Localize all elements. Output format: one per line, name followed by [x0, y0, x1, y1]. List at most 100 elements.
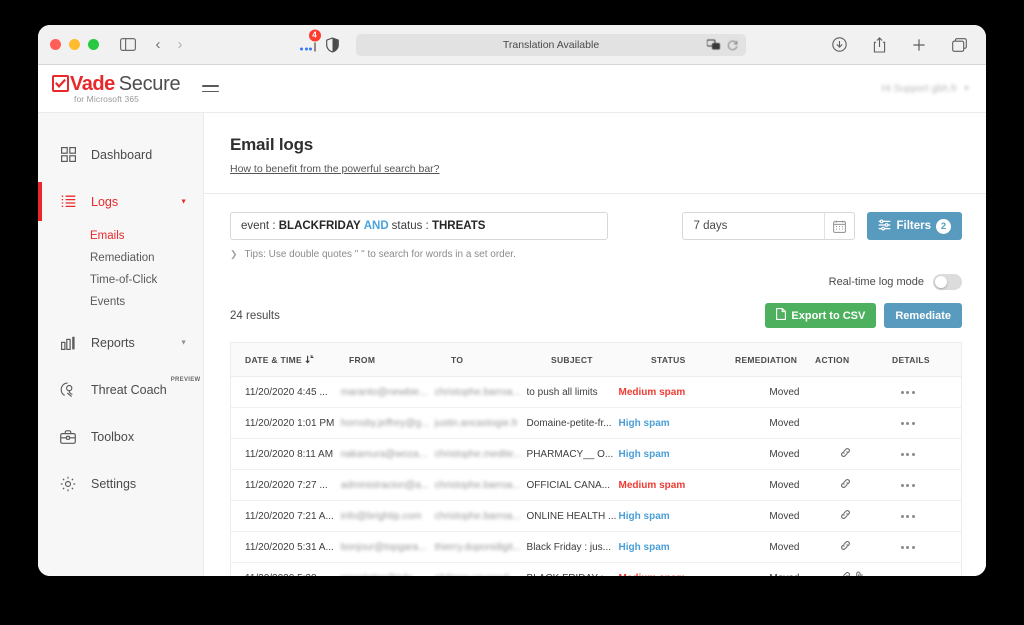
realtime-log-mode-toggle[interactable] — [933, 274, 962, 290]
sidebar-subitem-label: Time-of-Click — [90, 274, 158, 286]
table-row[interactable]: 11/20/2020 7:27 ... administracion@a... ch… — [231, 470, 961, 501]
row-details-button[interactable] — [900, 421, 947, 425]
sidebar-item-label: Threat Coach — [91, 382, 167, 397]
address-bar-text: Translation Available — [502, 38, 600, 51]
status-badge: Medium spam — [618, 386, 686, 398]
sidebar-item-toolbox[interactable]: Toolbox — [38, 413, 203, 460]
row-details-button[interactable] — [900, 545, 947, 549]
table-row[interactable]: 11/20/2020 8:11 AM nakamura@woza... christ… — [231, 439, 961, 470]
cell-action: Moved — [769, 479, 800, 491]
sidebar-subitem-time-of-click[interactable]: Time-of-Click — [38, 269, 203, 291]
column-header-remediation[interactable]: REMEDIATION — [735, 355, 815, 365]
link-icon[interactable] — [840, 540, 851, 554]
table-row[interactable]: 11/20/2020 5:31 A... bonjour@topgara... th… — [231, 532, 961, 563]
account-menu[interactable]: Hi Support gbh.fr ▼ — [881, 83, 970, 94]
cell-attachments[interactable] — [840, 478, 901, 492]
date-range-picker[interactable]: 7 days — [682, 212, 856, 240]
sidebar-item-threat-coach[interactable]: Threat Coach PREVIEW — [38, 366, 203, 413]
sidebar-item-logs[interactable]: Logs ▼ — [38, 178, 203, 225]
cell-subject: BLACK FRIDAY : ... — [527, 573, 619, 577]
paperclip-icon[interactable] — [855, 571, 864, 576]
extension-icons[interactable]: 4 — [300, 29, 339, 53]
cell-subject: ONLINE HEALTH ... — [526, 510, 617, 522]
table-row[interactable]: 11/20/2020 4:45 ... maranto@newbie... chri… — [231, 377, 961, 408]
ellipsis-icon — [900, 421, 915, 425]
extension-dots-icon[interactable]: 4 — [300, 29, 321, 52]
sidebar: Dashboard Logs ▼ Emails Remediation Time… — [38, 113, 204, 576]
back-button[interactable]: ‹ — [147, 36, 169, 53]
sidebar-item-dashboard[interactable]: Dashboard — [38, 131, 203, 178]
column-header-action[interactable]: ACTION — [815, 355, 892, 365]
window-traffic-lights[interactable] — [50, 39, 99, 50]
chevron-down-icon: ▼ — [180, 198, 187, 205]
logo-brand-first: Vade — [70, 72, 115, 95]
row-details-button[interactable] — [900, 483, 947, 487]
row-details-button[interactable] — [900, 514, 947, 518]
sidebar-item-settings[interactable]: Settings — [38, 460, 203, 507]
column-header-from[interactable]: FROM — [349, 355, 451, 365]
status-badge: Medium spam — [619, 573, 696, 577]
column-header-subject[interactable]: SUBJECT — [551, 355, 651, 365]
nav-arrows[interactable]: ‹ › — [147, 36, 191, 53]
search-tips[interactable]: ❯ Tips: Use double quotes " " to search … — [204, 240, 986, 260]
link-icon[interactable] — [840, 571, 851, 576]
cell-to: thierry.duponidigit... — [434, 541, 522, 553]
minimize-window-button[interactable] — [69, 39, 80, 50]
cell-attachments[interactable] — [840, 571, 901, 576]
table-row[interactable]: 11/20/2020 5:28 ...newsletter@info...phi… — [231, 563, 961, 576]
ellipsis-icon — [900, 514, 915, 518]
column-header-details[interactable]: DETAILS — [892, 355, 942, 365]
toolbox-icon — [58, 427, 78, 447]
row-details-button[interactable] — [900, 390, 947, 394]
cell-attachments[interactable] — [840, 540, 901, 554]
row-details-button[interactable] — [900, 452, 947, 456]
cell-attachments[interactable] — [840, 447, 901, 461]
search-input[interactable]: event : BLACKFRIDAY AND status : THREATS — [230, 212, 608, 240]
ellipsis-icon — [900, 545, 915, 549]
sidebar-subitem-remediation[interactable]: Remediation — [38, 247, 203, 269]
cell-subject: PHARMACY__ O... — [526, 448, 614, 460]
table-body: 11/20/2020 4:45 ... maranto@newbie... chri… — [231, 377, 961, 576]
remediate-button[interactable]: Remediate — [884, 303, 962, 328]
new-tab-icon[interactable] — [906, 32, 932, 58]
sidebar-item-reports[interactable]: Reports ▼ — [38, 319, 203, 366]
date-range-value: 7 days — [693, 220, 728, 232]
export-csv-button[interactable]: Export to CSV — [765, 303, 877, 328]
column-header-to[interactable]: TO — [451, 355, 551, 365]
tab-overview-icon[interactable] — [946, 32, 972, 58]
cell-date-time: 11/20/2020 5:31 A... — [245, 541, 334, 553]
address-bar[interactable]: Translation Available — [356, 33, 746, 56]
share-icon[interactable] — [866, 32, 892, 58]
table-row[interactable]: 11/20/2020 7:21 A... info@brightip.com chr… — [231, 501, 961, 532]
close-window-button[interactable] — [50, 39, 61, 50]
shield-icon[interactable] — [325, 36, 339, 53]
forward-button[interactable]: › — [169, 36, 191, 53]
browser-toolbar: ‹ › 4 Translation Available — [38, 25, 986, 65]
link-icon[interactable] — [840, 478, 851, 492]
link-icon[interactable] — [840, 447, 851, 461]
sidebar-toggle-icon[interactable] — [115, 32, 141, 58]
cell-action: Moved — [769, 417, 800, 429]
menu-hamburger-icon[interactable] — [202, 84, 220, 93]
toolbar-right-actions[interactable] — [826, 32, 972, 58]
link-icon[interactable] — [840, 509, 851, 523]
zoom-window-button[interactable] — [88, 39, 99, 50]
download-icon[interactable] — [826, 32, 852, 58]
column-header-date-time[interactable]: DATE & TIME — [245, 355, 349, 365]
status-badge: High spam — [618, 510, 670, 522]
sidebar-subitem-emails[interactable]: Emails — [38, 225, 203, 247]
results-row: 24 results Export to CSV Remediate — [204, 290, 986, 328]
cell-date-time: 11/20/2020 1:01 PM — [245, 417, 335, 429]
grid-icon — [58, 145, 78, 165]
sidebar-subitem-events[interactable]: Events — [38, 291, 203, 313]
column-header-status[interactable]: STATUS — [651, 355, 735, 365]
filters-button[interactable]: Filters 2 — [867, 212, 962, 240]
cell-subject: Domaine-petite-fr... — [526, 417, 612, 429]
table-row[interactable]: 11/20/2020 1:01 PM hornsby.jeffrey@g... ju… — [231, 408, 961, 439]
cell-attachments[interactable] — [840, 509, 901, 523]
sort-descending-icon — [305, 355, 314, 364]
calendar-icon[interactable] — [824, 213, 854, 239]
help-search-link[interactable]: How to benefit from the powerful search … — [230, 163, 440, 175]
address-bar-actions[interactable] — [707, 39, 738, 50]
logo-check-icon — [52, 75, 69, 93]
